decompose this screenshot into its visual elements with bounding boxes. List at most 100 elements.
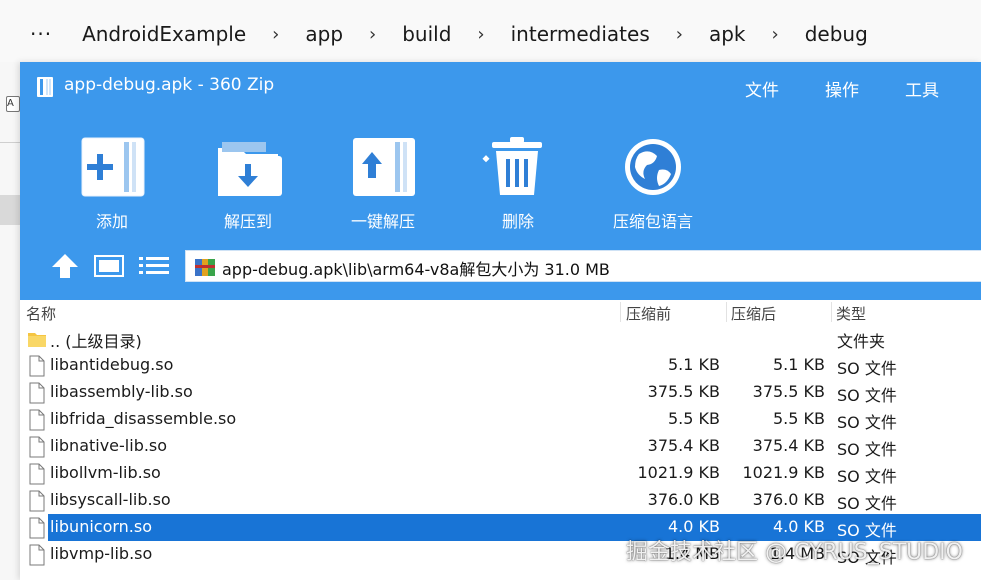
breadcrumb-item-debug[interactable]: debug	[805, 22, 868, 46]
column-divider[interactable]	[726, 302, 727, 322]
list-item[interactable]: libsyscall-lib.so 376.0 KB 376.0 KB SO 文…	[20, 487, 981, 514]
arrow-up-icon[interactable]	[50, 252, 80, 280]
column-divider[interactable]	[620, 302, 621, 322]
file-type: SO 文件	[837, 359, 897, 378]
file-icon	[29, 409, 45, 431]
file-icon	[29, 382, 45, 404]
list-item[interactable]: libnative-lib.so 375.4 KB 375.4 KB SO 文件	[20, 433, 981, 460]
one-click-extract-label: 一键解压	[350, 212, 415, 231]
screen: ··· AndroidExample › app › build › inter…	[0, 0, 981, 580]
file-icon	[29, 517, 45, 539]
file-type: SO 文件	[837, 386, 897, 405]
list-item[interactable]: .. (上级目录) 文件夹	[20, 325, 981, 352]
file-type: SO 文件	[837, 413, 897, 432]
thumbnail-view-icon[interactable]	[94, 255, 124, 277]
file-size-after: 1021.9 KB	[742, 463, 825, 482]
breadcrumb-item-app[interactable]: app	[305, 22, 343, 46]
list-item[interactable]: libollvm-lib.so 1021.9 KB 1021.9 KB SO 文…	[20, 460, 981, 487]
file-size-after: 375.5 KB	[752, 382, 825, 401]
breadcrumb-item-apk[interactable]: apk	[709, 22, 746, 46]
file-type: SO 文件	[837, 494, 897, 513]
extract-to-label: 解压到	[223, 212, 272, 231]
archive-language-button[interactable]: 压缩包语言	[593, 134, 713, 234]
file-name: .. (上级目录)	[50, 332, 142, 351]
chevron-right-icon[interactable]: ›	[369, 24, 376, 45]
file-icon	[29, 355, 45, 377]
menu-tools[interactable]: 工具	[905, 76, 939, 101]
file-icon	[29, 544, 45, 566]
file-name: libunicorn.so	[50, 517, 153, 536]
breadcrumb: ··· AndroidExample › app › build › inter…	[30, 18, 868, 50]
watermark: 掘金技术社区 @ CYRUS_STUDIO	[625, 540, 963, 565]
column-type[interactable]: 类型	[836, 303, 866, 324]
file-icon	[29, 490, 45, 512]
folder-icon	[28, 333, 46, 347]
chevron-right-icon[interactable]: ›	[772, 24, 779, 45]
text-format-icon[interactable]: A	[6, 96, 20, 112]
column-compressed-after[interactable]: 压缩后	[731, 303, 776, 324]
one-click-extract-icon	[353, 138, 415, 196]
menu-file[interactable]: 文件	[745, 76, 779, 101]
file-name: libsyscall-lib.so	[50, 490, 171, 509]
breadcrumb-item-build[interactable]: build	[402, 22, 451, 46]
file-size-before: 5.1 KB	[668, 355, 720, 374]
trash-icon	[482, 137, 542, 195]
file-type: 文件夹	[837, 332, 886, 351]
file-size-after: 5.5 KB	[773, 409, 825, 428]
file-name: libantidebug.so	[50, 355, 174, 374]
column-name[interactable]: 名称	[26, 303, 56, 324]
nav-pane-selected-item[interactable]	[0, 195, 20, 225]
add-archive-icon	[81, 137, 145, 197]
divider	[0, 142, 20, 143]
file-type: SO 文件	[837, 440, 897, 459]
file-icon	[29, 463, 45, 485]
menu-operation[interactable]: 操作	[825, 76, 859, 101]
zip-app-icon	[37, 77, 53, 97]
file-name: libfrida_disassemble.so	[50, 409, 237, 428]
extract-to-button[interactable]: 解压到	[188, 134, 308, 234]
add-label: 添加	[95, 212, 128, 231]
file-name: libnative-lib.so	[50, 436, 168, 455]
list-view-icon[interactable]	[138, 255, 170, 277]
breadcrumb-item-androidexample[interactable]: AndroidExample	[82, 22, 246, 46]
delete-label: 删除	[501, 212, 534, 231]
column-compressed-before[interactable]: 压缩前	[626, 303, 671, 324]
file-type: SO 文件	[837, 467, 897, 486]
file-size-before: 376.0 KB	[647, 490, 720, 509]
chevron-right-icon[interactable]: ›	[272, 24, 279, 45]
one-click-extract-button[interactable]: 一键解压	[323, 134, 443, 234]
zip-window: app-debug.apk - 360 Zip 文件 操作 工具 添加 解压到 …	[20, 62, 981, 580]
path-field[interactable]: app-debug.apk\lib\arm64-v8a解包大小为 31.0 MB	[185, 250, 981, 282]
file-name: libvmp-lib.so	[50, 544, 153, 563]
delete-button[interactable]: 删除	[458, 134, 578, 234]
file-name: libollvm-lib.so	[50, 463, 161, 482]
file-size-before: 375.5 KB	[647, 382, 720, 401]
column-divider[interactable]	[831, 302, 832, 322]
list-item[interactable]: libantidebug.so 5.1 KB 5.1 KB SO 文件	[20, 352, 981, 379]
file-size-before: 375.4 KB	[647, 436, 720, 455]
chevron-right-icon[interactable]: ›	[676, 24, 683, 45]
zip-header: app-debug.apk - 360 Zip 文件 操作 工具 添加 解压到 …	[20, 62, 981, 300]
explorer-nav-pane: A	[0, 62, 20, 580]
archive-language-label: 压缩包语言	[612, 212, 693, 231]
list-item[interactable]: libfrida_disassemble.so 5.5 KB 5.5 KB SO…	[20, 406, 981, 433]
list-item[interactable]: libassembly-lib.so 375.5 KB 375.5 KB SO …	[20, 379, 981, 406]
breadcrumb-item-intermediates[interactable]: intermediates	[511, 22, 650, 46]
archive-icon	[195, 259, 215, 276]
file-icon	[29, 436, 45, 458]
window-title: app-debug.apk - 360 Zip	[64, 75, 275, 95]
extract-folder-icon	[218, 142, 282, 196]
file-size-after: 376.0 KB	[752, 490, 825, 509]
file-size-after: 5.1 KB	[773, 355, 825, 374]
file-size-after: 375.4 KB	[752, 436, 825, 455]
column-header: 名称 压缩前 压缩后 类型	[20, 300, 981, 324]
globe-icon	[625, 139, 681, 195]
add-button[interactable]: 添加	[52, 134, 172, 234]
file-name: libassembly-lib.so	[50, 382, 193, 401]
more-icon[interactable]: ···	[30, 22, 52, 46]
file-size-before: 1021.9 KB	[637, 463, 720, 482]
chevron-right-icon[interactable]: ›	[477, 24, 484, 45]
explorer-address-bar: ··· AndroidExample › app › build › inter…	[0, 0, 981, 62]
file-size-before: 5.5 KB	[668, 409, 720, 428]
path-text: app-debug.apk\lib\arm64-v8a解包大小为 31.0 MB	[222, 260, 610, 279]
